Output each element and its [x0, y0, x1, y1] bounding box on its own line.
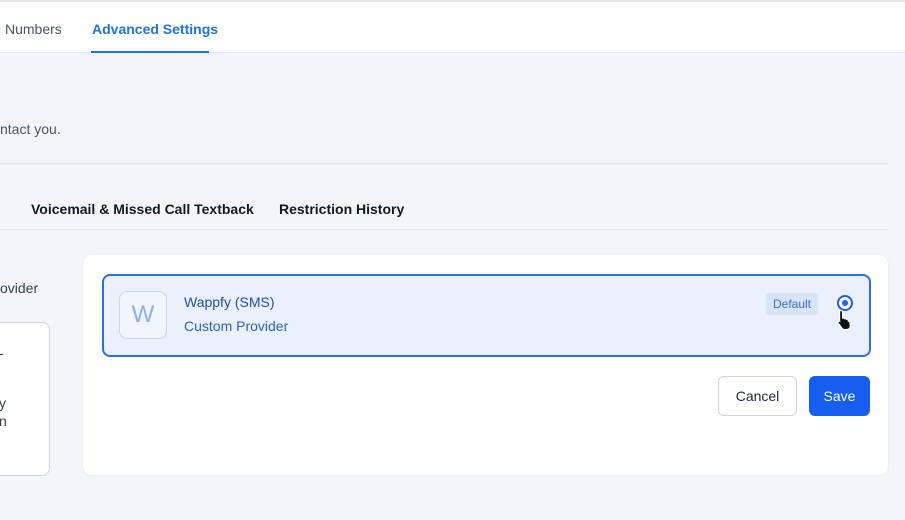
subtab-voicemail-missed-call[interactable]: Voicemail & Missed Call Textback: [31, 201, 254, 217]
provider-name: Wappfy (SMS): [184, 294, 275, 310]
cancel-button[interactable]: Cancel: [718, 376, 797, 416]
provider-type: Custom Provider: [184, 318, 289, 334]
divider: [0, 163, 888, 164]
section-description: ntact you.: [0, 121, 61, 137]
top-tab-bar: Numbers Advanced Settings: [0, 0, 905, 53]
left-card-text: y: [0, 395, 6, 411]
provider-section-label: ovider: [0, 280, 39, 296]
default-badge: Default: [766, 293, 819, 315]
active-tab-indicator: [91, 51, 209, 53]
provider-avatar: W: [119, 291, 167, 339]
left-info-card: - y n: [0, 322, 50, 476]
divider: [0, 229, 888, 230]
save-button[interactable]: Save: [809, 376, 870, 416]
tab-numbers[interactable]: Numbers: [5, 21, 62, 37]
left-card-text: n: [0, 413, 7, 429]
left-card-text: -: [0, 345, 4, 361]
tab-advanced-settings[interactable]: Advanced Settings: [92, 21, 218, 37]
provider-settings-card: W Wappfy (SMS) Custom Provider Default C…: [82, 254, 889, 476]
pointer-cursor-icon: [837, 309, 851, 331]
provider-option-wappfy[interactable]: W Wappfy (SMS) Custom Provider Default: [102, 274, 871, 357]
subtab-restriction-history[interactable]: Restriction History: [279, 201, 404, 217]
